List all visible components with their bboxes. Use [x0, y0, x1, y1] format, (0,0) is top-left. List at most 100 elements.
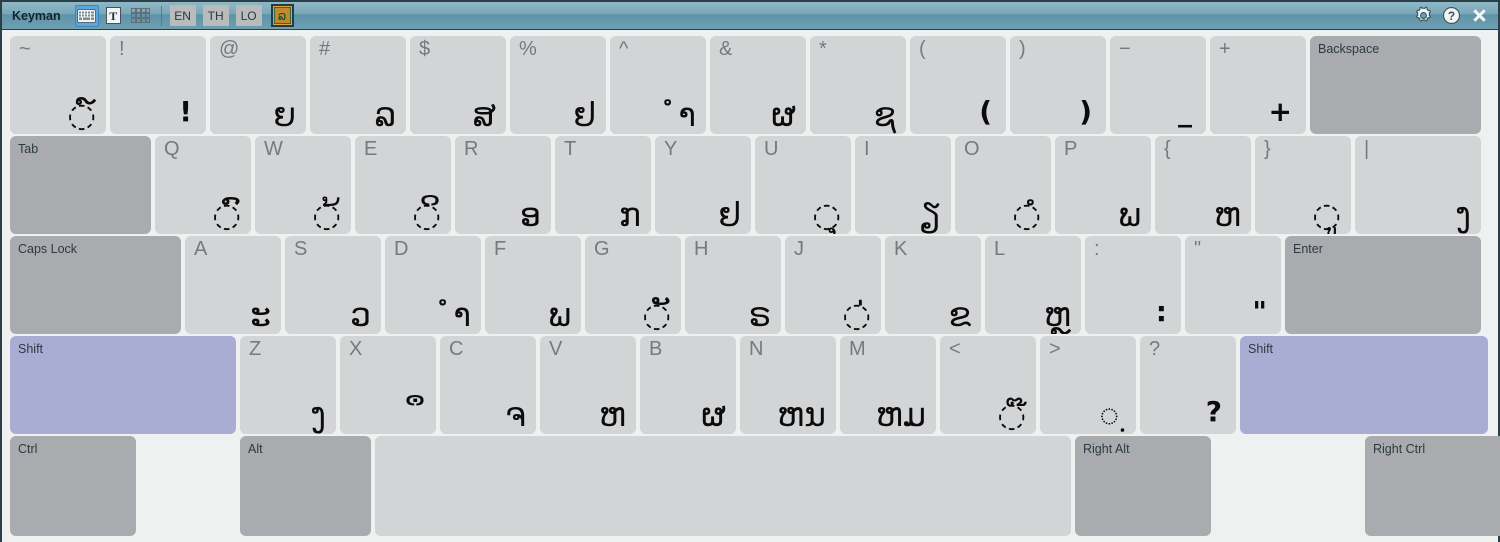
key-comma-shift-legend: <: [949, 338, 961, 360]
key-p-glyph: ພ: [1118, 195, 1141, 234]
key-backspace[interactable]: Backspace: [1310, 36, 1481, 134]
row-tab: Tab Q ◌ົ W ◌້ E ◌ິ R ອ T ກ Y ຢ U ◌ຸ I ຽ O ◌ໍ P ພ{ຫ} ◌ູ | ງ: [10, 136, 1490, 234]
key-x-shift-legend: X: [349, 338, 363, 360]
key-b[interactable]: Bຜ: [640, 336, 736, 434]
key-alt-right[interactable]: Right Alt: [1075, 436, 1211, 536]
key-d-glyph: ຳ: [453, 295, 471, 334]
question-icon: ?: [1442, 6, 1460, 25]
key-y[interactable]: Yຢ: [655, 136, 751, 234]
key-7[interactable]: & ຜ: [710, 36, 806, 134]
key-bracketright-shift-legend: }: [1264, 138, 1271, 160]
key-b-glyph: ຜ: [701, 395, 726, 434]
key-5[interactable]: % ຢ: [510, 36, 606, 134]
active-keyboard-button[interactable]: ລ: [270, 4, 294, 27]
key-w-shift-legend: W: [264, 138, 283, 160]
key-a-glyph: ະ: [250, 295, 271, 334]
key-h-shift-legend: H: [694, 238, 709, 260]
key-comma[interactable]: < ◌໊: [940, 336, 1036, 434]
key-p[interactable]: Pພ: [1055, 136, 1151, 234]
key-c[interactable]: Cຈ: [440, 336, 536, 434]
key-l[interactable]: L ຫຼ: [985, 236, 1081, 334]
key-e-shift-legend: E: [364, 138, 378, 160]
key-r[interactable]: Rອ: [455, 136, 551, 234]
key-1[interactable]: !!: [110, 36, 206, 134]
key-tab[interactable]: Tab: [10, 136, 151, 234]
key-y-glyph: ຢ: [718, 195, 741, 234]
key-shift-right[interactable]: Shift: [1240, 336, 1488, 434]
svg-text:T: T: [109, 9, 117, 23]
key-space[interactable]: [375, 436, 1071, 536]
osk-font-helper-button[interactable]: [129, 5, 153, 27]
key-k[interactable]: Kຂ: [885, 236, 981, 334]
settings-button[interactable]: [1410, 4, 1436, 28]
osk-character-map-button[interactable]: T: [102, 5, 126, 27]
key-slash[interactable]: ??: [1140, 336, 1236, 434]
key-shift-left[interactable]: Shift: [10, 336, 236, 434]
key-2[interactable]: @ ຍ: [210, 36, 306, 134]
osk-keyboard-view-button[interactable]: [74, 4, 99, 27]
key-n[interactable]: N ຫນ: [740, 336, 836, 434]
key-t[interactable]: Tກ: [555, 136, 651, 234]
key-8[interactable]: * ຊ: [810, 36, 906, 134]
key-bracketright[interactable]: } ◌ູ: [1255, 136, 1351, 234]
key-4[interactable]: $ ສ: [410, 36, 506, 134]
key-tab-label: Tab: [18, 142, 39, 156]
titlebar-separator: [160, 5, 162, 26]
key-d[interactable]: Dຳ: [385, 236, 481, 334]
key-alt-left[interactable]: Alt: [240, 436, 371, 536]
key-capslock[interactable]: Caps Lock: [10, 236, 181, 334]
key-s[interactable]: Sວ: [285, 236, 381, 334]
key-3-shift-legend: #: [319, 38, 331, 60]
key-v[interactable]: Vຫ: [540, 336, 636, 434]
key-equal[interactable]: + +: [1210, 36, 1306, 134]
language-button-en[interactable]: EN: [169, 5, 196, 26]
key-3[interactable]: # ລ: [310, 36, 406, 134]
key-e[interactable]: E ◌ິ: [355, 136, 451, 234]
key-h[interactable]: Hຣ: [685, 236, 781, 334]
key-backslash[interactable]: | ງ: [1355, 136, 1481, 234]
key-ctrl-right[interactable]: Right Ctrl: [1365, 436, 1500, 536]
key-u[interactable]: U ◌ຸ: [755, 136, 851, 234]
key-o[interactable]: O ◌ໍ: [955, 136, 1051, 234]
key-0[interactable]: )): [1010, 36, 1106, 134]
key-g[interactable]: G ◌ັ: [585, 236, 681, 334]
key-m[interactable]: M ຫມ: [840, 336, 936, 434]
key-w[interactable]: W ◌້: [255, 136, 351, 234]
key-k-glyph: ຂ: [948, 295, 971, 334]
key-q[interactable]: Q ◌ົ: [155, 136, 251, 234]
key-enter[interactable]: Enter: [1285, 236, 1481, 334]
key-quote[interactable]: " ": [1185, 236, 1281, 334]
key-t-shift-legend: T: [564, 138, 577, 160]
key-8-glyph: ຊ: [873, 95, 896, 134]
close-button[interactable]: [1466, 4, 1492, 28]
key-6[interactable]: ^ ຳ: [610, 36, 706, 134]
key-equal-glyph: +: [1268, 94, 1292, 128]
key-i[interactable]: Iຽ: [855, 136, 951, 234]
key-backslash-shift-legend: |: [1364, 138, 1370, 160]
key-0-glyph: ): [1079, 94, 1092, 128]
key-backquote[interactable]: ~ ◌໌: [10, 36, 106, 134]
key-j-glyph: ◌່: [842, 295, 871, 334]
help-button[interactable]: ?: [1438, 4, 1464, 28]
key-a-shift-legend: A: [194, 238, 208, 260]
key-bracketleft[interactable]: {ຫ: [1155, 136, 1251, 234]
key-semicolon[interactable]: ::: [1085, 236, 1181, 334]
key-period[interactable]: > ◌຺: [1040, 336, 1136, 434]
key-z[interactable]: Zງ: [240, 336, 336, 434]
key-capslock-label: Caps Lock: [18, 242, 78, 256]
lao-keyboard-icon: ລ: [273, 7, 291, 24]
key-bracketleft-shift-legend: {: [1164, 138, 1171, 160]
key-f[interactable]: Fພ: [485, 236, 581, 334]
key-ctrl-left[interactable]: Ctrl: [10, 436, 136, 536]
language-button-th[interactable]: TH: [202, 5, 229, 26]
key-m-shift-legend: M: [849, 338, 866, 360]
key-minus-glyph: _: [1178, 94, 1192, 128]
key-minus[interactable]: − _: [1110, 36, 1206, 134]
key-j[interactable]: J ◌່: [785, 236, 881, 334]
key-6-shift-legend: ^: [619, 38, 629, 60]
key-9[interactable]: ((: [910, 36, 1006, 134]
key-7-glyph: ຜ: [771, 95, 796, 134]
key-a[interactable]: Aະ: [185, 236, 281, 334]
key-x[interactable]: Xຶ: [340, 336, 436, 434]
language-button-lo[interactable]: LO: [235, 5, 262, 26]
